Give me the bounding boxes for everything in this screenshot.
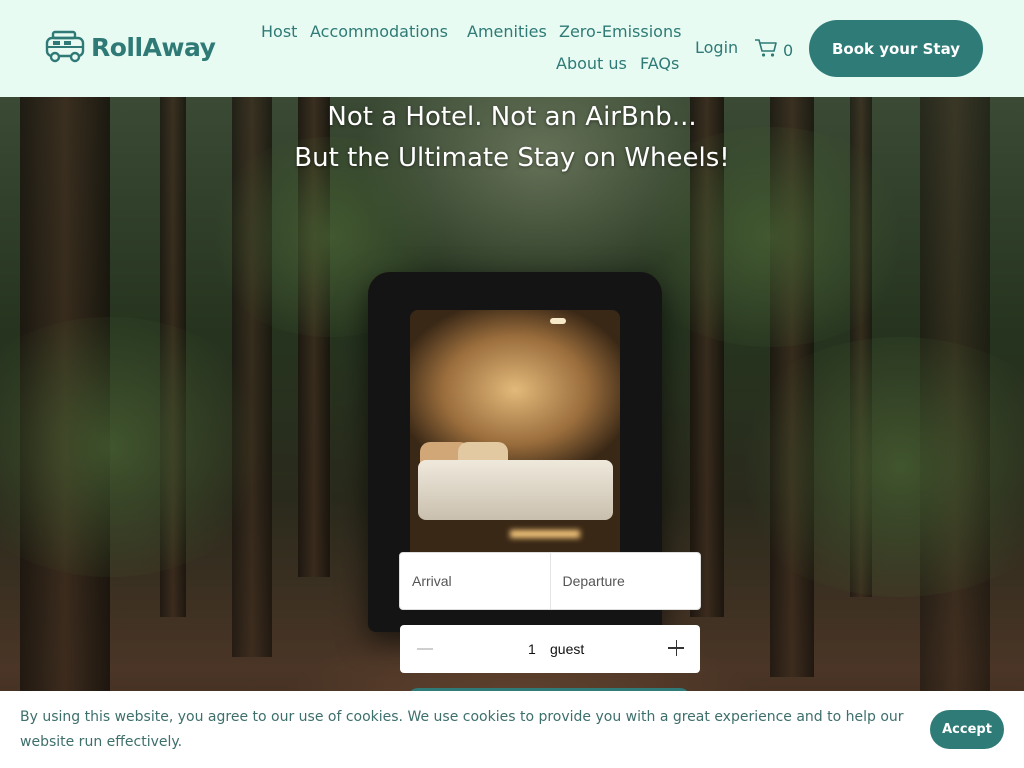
book-your-stay-button[interactable]: Book your Stay <box>809 20 983 77</box>
guest-count: 1 <box>528 641 536 657</box>
van-interior <box>410 310 620 570</box>
cookie-message: By using this website, you agree to our … <box>20 709 904 750</box>
hero-title-line2: But the Ultimate Stay on Wheels! <box>294 143 730 173</box>
nav-accommodations[interactable]: Accommodations <box>310 22 448 41</box>
cart-count: 0 <box>783 40 794 60</box>
arrival-field[interactable]: Arrival <box>400 553 550 609</box>
cart-icon <box>754 38 778 62</box>
site-header: RollAway Host Accommodations Amenities Z… <box>0 0 1024 97</box>
accept-cookies-button[interactable]: Accept <box>930 710 1004 749</box>
nav-amenities[interactable]: Amenities <box>467 22 547 41</box>
nav-faqs[interactable]: FAQs <box>640 54 679 73</box>
nav-zero-emissions[interactable]: Zero-Emissions <box>559 22 681 41</box>
logo[interactable]: RollAway <box>45 30 216 64</box>
decrease-guests-button[interactable] <box>414 637 436 659</box>
departure-field[interactable]: Departure <box>549 553 701 609</box>
login-link[interactable]: Login <box>695 38 738 57</box>
cart-button[interactable]: 0 <box>754 38 793 62</box>
van-icon <box>45 30 85 64</box>
brand-name: RollAway <box>91 32 216 62</box>
nav-host[interactable]: Host <box>261 22 297 41</box>
cookie-banner: By using this website, you agree to our … <box>0 691 1024 768</box>
hero-title-line1: Not a Hotel. Not an AirBnb... <box>327 102 697 132</box>
date-range-picker: Arrival Departure <box>399 552 701 610</box>
guest-label: guest <box>550 641 585 657</box>
nav-about-us[interactable]: About us <box>556 54 627 73</box>
increase-guests-button[interactable] <box>665 637 687 659</box>
